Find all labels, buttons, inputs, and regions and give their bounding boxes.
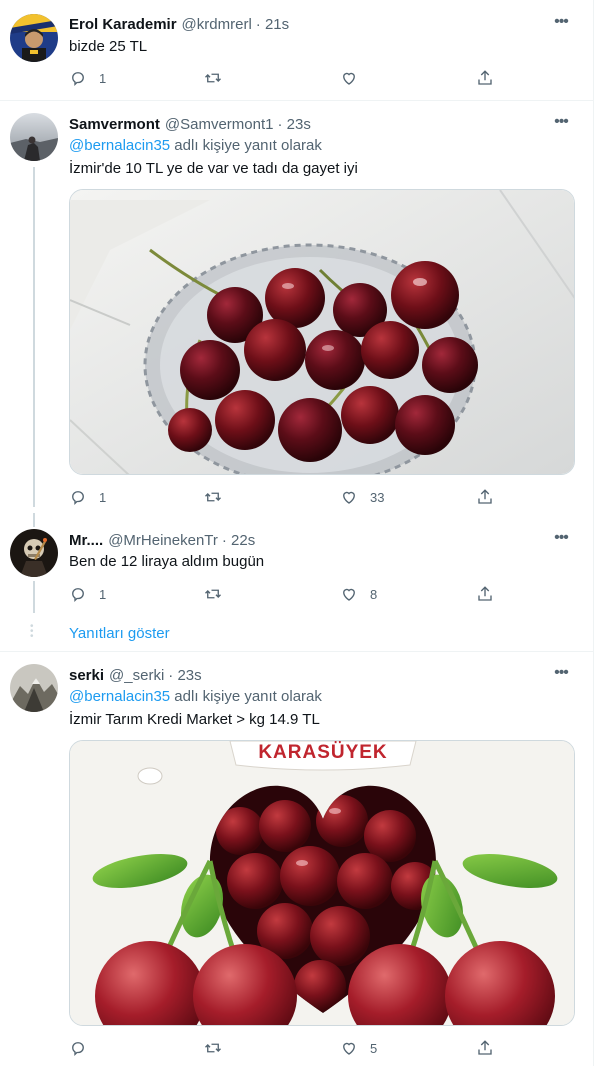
timestamp[interactable]: · 23s [168, 667, 201, 684]
tweet-text: İzmir Tarım Kredi Market > kg 14.9 TL [69, 711, 320, 728]
share-icon [478, 489, 492, 504]
share-icon [478, 586, 492, 601]
timeline-border [593, 0, 594, 1066]
display-name[interactable]: Samvermont [69, 116, 160, 133]
like-icon [343, 588, 355, 601]
reply-count: 1 [99, 70, 107, 86]
retweet-icon [205, 1043, 221, 1053]
mention-link[interactable]: @bernalacin35 [69, 137, 170, 154]
like-icon [343, 1042, 355, 1055]
timestamp[interactable]: · 22s [222, 532, 255, 549]
like-button[interactable]: 5 [340, 1038, 377, 1058]
replying-label: adlı kişiye yanıt olarak [170, 137, 322, 154]
retweet-icon [205, 589, 221, 599]
replying-label: adlı kişiye yanıt olarak [170, 688, 322, 705]
share-button[interactable] [476, 584, 494, 604]
user-handle[interactable]: @krdmrerl [182, 16, 252, 33]
share-button[interactable] [476, 1038, 494, 1058]
avatar[interactable] [10, 14, 58, 62]
mention-link[interactable]: @bernalacin35 [69, 688, 170, 705]
avatar[interactable] [10, 529, 58, 577]
tweet-image[interactable]: KARASÜYEK [69, 740, 575, 1026]
reply-count: 1 [99, 489, 107, 505]
reply-button[interactable] [69, 1038, 99, 1058]
display-name[interactable]: Mr.... [69, 532, 103, 549]
like-count: 8 [370, 586, 378, 602]
reply-icon [72, 1042, 84, 1057]
show-replies-link[interactable]: Yanıtları göster [69, 625, 170, 642]
retweet-icon [205, 492, 221, 502]
replying-to: @bernalacin35 adlı kişiye yanıt olarak [69, 137, 322, 154]
timestamp[interactable]: · 21s [256, 16, 289, 33]
box-brand-label: KARASÜYEK [258, 742, 387, 763]
thread-line [33, 513, 35, 527]
retweet-button[interactable] [204, 584, 234, 604]
tweet-actions: 1 8 [69, 584, 499, 604]
like-icon [343, 72, 355, 85]
more-icon[interactable]: ••• [551, 14, 571, 36]
tweet-actions: 5 [69, 1038, 499, 1058]
tweet-header: Samvermont @Samvermont1 · 23s [69, 114, 311, 134]
tweet-header: serki @_serki · 23s [69, 665, 202, 685]
reply-button[interactable]: 1 [69, 487, 106, 507]
avatar[interactable] [10, 113, 58, 161]
share-icon [478, 1040, 492, 1055]
more-icon[interactable]: ••• [551, 665, 571, 687]
share-icon [478, 70, 492, 85]
reply-icon [72, 491, 84, 506]
tweet-header: Erol Karademir @krdmrerl · 21s [69, 14, 289, 34]
tweet-header: Mr.... @MrHeinekenTr · 22s [69, 530, 255, 550]
reply-count: 1 [99, 586, 107, 602]
tweet-actions: 1 [69, 68, 499, 88]
thread-dots: • • • [30, 621, 34, 642]
tweet-text: İzmir'de 10 TL ye de var ve tadı da gaye… [69, 160, 358, 177]
retweet-button[interactable] [204, 487, 234, 507]
tweet-text: bizde 25 TL [69, 38, 148, 55]
display-name[interactable]: Erol Karademir [69, 16, 177, 33]
user-handle[interactable]: @Samvermont1 [165, 116, 274, 133]
replying-to: @bernalacin35 adlı kişiye yanıt olarak [69, 688, 322, 705]
avatar[interactable] [10, 664, 58, 712]
reply-icon [72, 588, 84, 603]
thread-line [33, 167, 35, 507]
like-count: 5 [370, 1040, 378, 1056]
share-button[interactable] [476, 68, 494, 88]
tweet-serki[interactable]: serki @_serki · 23s ••• @bernalacin35 ad… [0, 652, 593, 1066]
like-button[interactable] [340, 68, 370, 88]
tweet-actions: 1 33 [69, 487, 499, 507]
tweet-erol[interactable]: Erol Karademir @krdmrerl · 21s ••• bizde… [0, 0, 593, 100]
tweet-mr[interactable]: Mr.... @MrHeinekenTr · 22s ••• Ben de 12… [0, 513, 593, 621]
retweet-icon [205, 73, 221, 83]
like-button[interactable]: 33 [340, 487, 384, 507]
share-button[interactable] [476, 487, 494, 507]
retweet-button[interactable] [204, 1038, 234, 1058]
timestamp[interactable]: · 23s [277, 116, 310, 133]
like-count: 33 [370, 489, 385, 505]
display-name[interactable]: serki [69, 667, 104, 684]
reply-button[interactable]: 1 [69, 68, 106, 88]
retweet-button[interactable] [204, 68, 234, 88]
more-icon[interactable]: ••• [551, 114, 571, 136]
reply-icon [72, 72, 84, 87]
like-button[interactable]: 8 [340, 584, 377, 604]
tweet-text: Ben de 12 liraya aldım bugün [69, 553, 265, 570]
more-icon[interactable]: ••• [551, 530, 571, 552]
user-handle[interactable]: @_serki [109, 667, 164, 684]
like-icon [343, 491, 355, 504]
tweet-samvermont[interactable]: Samvermont @Samvermont1 · 23s ••• @berna… [0, 101, 593, 513]
user-handle[interactable]: @MrHeinekenTr [108, 532, 218, 549]
reply-button[interactable]: 1 [69, 584, 106, 604]
thread-line [33, 581, 35, 613]
tweet-image[interactable] [69, 189, 575, 475]
